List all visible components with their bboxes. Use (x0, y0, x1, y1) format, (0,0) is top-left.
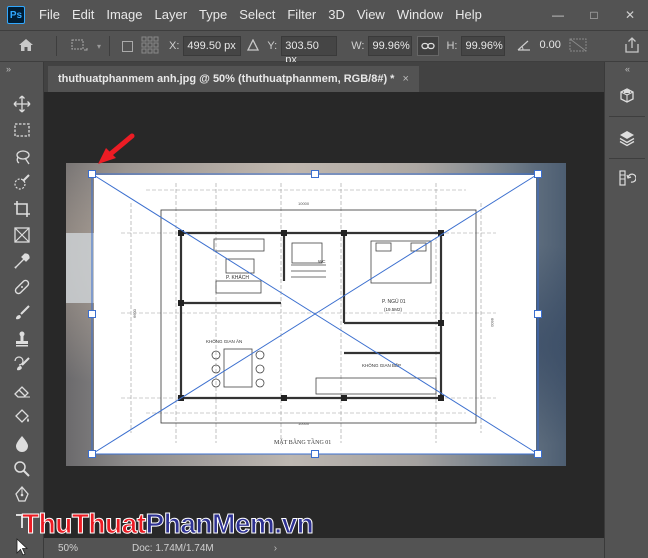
menu-help[interactable]: Help (449, 0, 488, 30)
layers-panel-icon[interactable] (615, 126, 639, 150)
options-bar: ▾ X: 499.50 px Y: 303.50 px W: 99.96% H:… (0, 30, 648, 66)
height-field[interactable]: 99.96% (461, 36, 506, 56)
eraser-tool-icon[interactable] (8, 379, 36, 403)
h-label: H: (446, 40, 458, 52)
divider (109, 36, 111, 56)
transform-handle-right[interactable] (534, 310, 542, 318)
transform-handle-bottom-right[interactable] (534, 450, 542, 458)
menu-filter[interactable]: Filter (281, 0, 322, 30)
x-label: X: (169, 40, 180, 52)
right-panel-dock: « (604, 62, 648, 558)
transform-handle-left[interactable] (88, 310, 96, 318)
lasso-tool-icon[interactable] (8, 145, 36, 169)
document-tab-title: thuthuatphanmem anh.jpg @ 50% (thuthuatp… (58, 73, 395, 85)
menu-image[interactable]: Image (100, 0, 148, 30)
document-tab[interactable]: thuthuatphanmem anh.jpg @ 50% (thuthuatp… (48, 66, 419, 92)
menu-view[interactable]: View (351, 0, 391, 30)
share-icon[interactable] (624, 37, 640, 56)
photoshop-logo: Ps (7, 6, 25, 24)
transform-handle-top-right[interactable] (534, 170, 542, 178)
canvas-area[interactable]: P. KHÁCH P. NGỦ 01 (19.5M2) KHÔNG GIAN Ă… (44, 92, 604, 538)
clone-stamp-tool-icon[interactable] (8, 327, 36, 351)
transform-handle-bottom-left[interactable] (88, 450, 96, 458)
status-bar: 50% Doc: 1.74M/1.74M › (44, 538, 604, 558)
watermark-part-1: Thu (22, 508, 73, 540)
angle-field[interactable]: 0.00 (536, 36, 564, 56)
reference-point-icon[interactable] (141, 36, 159, 57)
transform-move-icon[interactable] (69, 37, 89, 56)
menu-file[interactable]: File (33, 0, 66, 30)
checkbox[interactable] (122, 40, 134, 52)
chevron-down-icon[interactable]: ▾ (97, 42, 101, 51)
history-brush-tool-icon[interactable] (8, 353, 36, 377)
dodge-tool-icon[interactable] (8, 457, 36, 481)
transform-handle-top-left[interactable] (88, 170, 96, 178)
home-icon[interactable] (18, 38, 34, 55)
menu-3d[interactable]: 3D (322, 0, 351, 30)
menu-edit[interactable]: Edit (66, 0, 100, 30)
menu-window[interactable]: Window (391, 0, 449, 30)
watermark-part-5: .vn (274, 508, 314, 540)
tools-panel: » (0, 62, 44, 558)
document-tab-bar: thuthuatphanmem anh.jpg @ 50% (thuthuatp… (44, 62, 604, 92)
close-button[interactable]: ✕ (612, 0, 648, 30)
pen-tool-icon[interactable] (8, 483, 36, 507)
document-image: P. KHÁCH P. NGỦ 01 (19.5M2) KHÔNG GIAN Ă… (66, 163, 566, 466)
link-icon[interactable] (417, 36, 440, 56)
crop-tool-icon[interactable] (8, 197, 36, 221)
menu-select[interactable]: Select (233, 0, 281, 30)
divider (609, 116, 645, 117)
frame-tool-icon[interactable] (8, 223, 36, 247)
menu-type[interactable]: Type (193, 0, 233, 30)
zoom-level-field[interactable]: 50% (58, 543, 106, 554)
status-menu-arrow[interactable]: › (274, 543, 277, 554)
document-size-info[interactable]: Doc: 1.74M/1.74M (132, 543, 214, 554)
divider (609, 158, 645, 159)
watermark-part-2: Thuat (71, 508, 146, 540)
divider (56, 36, 57, 56)
eyedropper-tool-icon[interactable] (8, 249, 36, 273)
minimize-button[interactable]: — (540, 0, 576, 30)
collapse-panel-icon[interactable]: » (6, 64, 11, 74)
transform-handle-bottom[interactable] (311, 450, 319, 458)
red-arrow-icon (98, 133, 135, 164)
w-label: W: (351, 40, 365, 52)
maximize-button[interactable]: □ (576, 0, 612, 30)
window-controls: — □ ✕ (540, 0, 648, 30)
healing-brush-tool-icon[interactable] (8, 275, 36, 299)
transform-bounding-box[interactable] (66, 163, 566, 466)
blur-tool-icon[interactable] (8, 431, 36, 455)
width-field[interactable]: 99.96% (368, 36, 413, 56)
close-tab-icon[interactable]: × (402, 73, 408, 85)
watermark-part-4: Mem (211, 508, 275, 540)
y-label: Y: (267, 40, 278, 52)
history-panel-icon[interactable] (615, 166, 639, 190)
paint-bucket-tool-icon[interactable] (8, 405, 36, 429)
delta-icon[interactable] (247, 38, 260, 54)
brush-tool-icon[interactable] (8, 301, 36, 325)
marquee-tool-icon[interactable] (8, 118, 36, 142)
site-watermark: ThuThuatPhanMem.vn (22, 508, 315, 540)
y-field[interactable]: 303.50 px (281, 36, 338, 66)
angle-icon (517, 39, 531, 54)
transform-toggle-icon[interactable] (568, 37, 588, 56)
quick-selection-tool-icon[interactable] (8, 171, 36, 195)
watermark-part-3: Phan (145, 508, 213, 540)
menu-layer[interactable]: Layer (149, 0, 194, 30)
menu-bar: Ps File Edit Image Layer Type Select Fil… (0, 0, 648, 30)
3d-panel-icon[interactable] (615, 84, 639, 108)
transform-handle-top[interactable] (311, 170, 319, 178)
x-field[interactable]: 499.50 px (183, 36, 242, 56)
move-tool-icon[interactable] (8, 92, 36, 116)
collapse-right-panel-icon[interactable]: « (605, 64, 648, 74)
